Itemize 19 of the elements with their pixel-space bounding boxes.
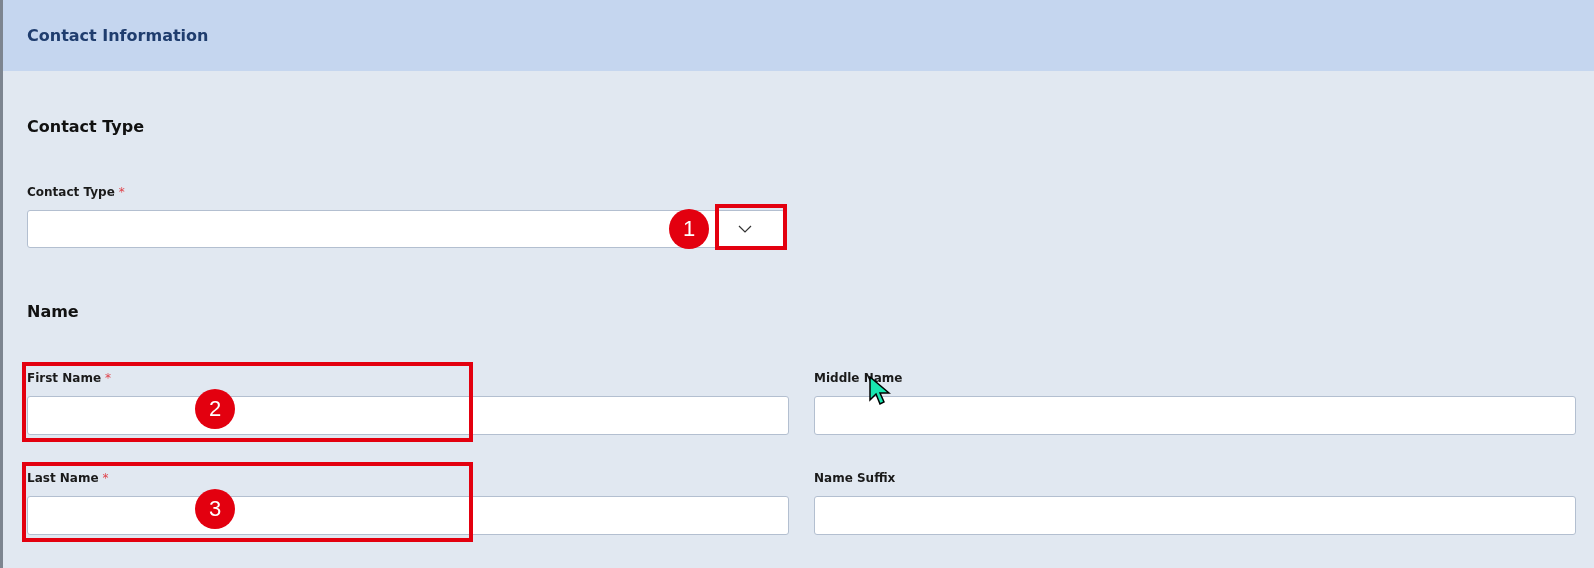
step-number: 2 [195, 389, 235, 429]
field-label: Name Suffix [814, 471, 896, 485]
chevron-down-icon [738, 225, 752, 233]
field-label: Contact Type [27, 185, 115, 199]
field-label: First Name [27, 371, 102, 385]
required-mark: * [118, 185, 125, 199]
required-mark: * [105, 371, 112, 385]
required-mark: * [102, 471, 109, 485]
select-field[interactable] [27, 210, 785, 248]
input-field[interactable] [814, 496, 1576, 535]
input-field[interactable] [27, 396, 789, 435]
step-number: 3 [195, 489, 235, 529]
field-label: Last Name [27, 471, 99, 485]
highlight-box [715, 204, 787, 250]
section-heading: Contact Type [27, 116, 146, 137]
input-field[interactable] [27, 496, 789, 535]
panel-title: Contact Information [27, 26, 209, 45]
section-heading: Name [27, 301, 80, 322]
input-field[interactable] [814, 396, 1576, 435]
